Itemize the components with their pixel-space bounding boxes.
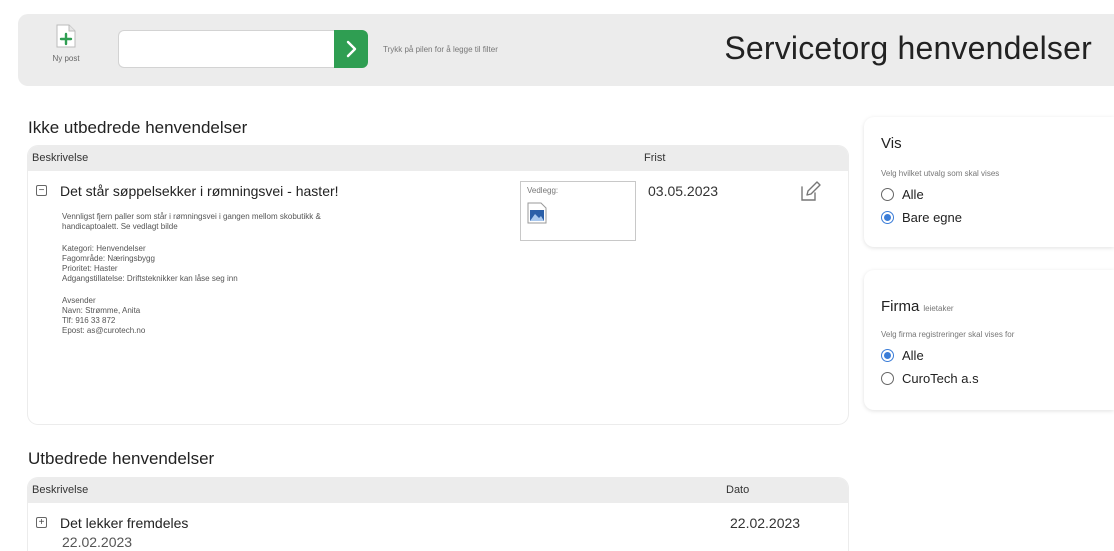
- attachment-box[interactable]: Vedlegg:: [520, 181, 636, 241]
- done-tickets-table: Beskrivelse Dato + Det lekker fremdeles …: [28, 478, 848, 551]
- plus-square-icon[interactable]: +: [36, 517, 47, 528]
- ticket-date: 22.02.2023: [730, 515, 801, 531]
- details-category: Kategori: Henvendelser: [62, 244, 146, 253]
- details-line: Vennligst fjern paller som står i rømnin…: [62, 212, 321, 221]
- open-section-title: Ikke utbedrede henvendelser: [28, 118, 248, 137]
- ticket-subdate: 22.02.2023: [62, 534, 133, 550]
- column-header-deadline: Frist: [644, 152, 666, 164]
- table-header: Beskrivelse Frist: [28, 146, 848, 171]
- new-post-button[interactable]: Ny post: [44, 24, 88, 78]
- column-header-description: Beskrivelse: [32, 484, 89, 496]
- radio-show-all[interactable]: Alle: [881, 187, 924, 202]
- details-access: Adgangstillatelse: Driftsteknikker kan l…: [62, 274, 238, 283]
- open-tickets-table: Beskrivelse Frist − Det står søppelsekke…: [28, 146, 848, 424]
- table-header: Beskrivelse Dato: [28, 478, 848, 503]
- new-document-icon: [56, 24, 76, 48]
- ticket-title[interactable]: Det lekker fremdeles: [60, 515, 188, 531]
- pencil-icon[interactable]: [798, 179, 822, 208]
- details-name: Navn: Strømme, Anita: [62, 306, 141, 315]
- attachment-label: Vedlegg:: [527, 186, 559, 195]
- details-phone: Tlf: 916 33 872: [62, 316, 116, 325]
- show-panel-subtitle: Velg hvilket utvalg som skal vises: [881, 169, 1000, 178]
- filter-apply-button[interactable]: [334, 30, 368, 68]
- new-post-label: Ny post: [52, 54, 80, 63]
- details-line: handicaptoalett. Se vedlagt bilde: [62, 222, 178, 231]
- radio-button[interactable]: [881, 372, 894, 385]
- radio-company-curotech[interactable]: CuroTech a.s: [881, 371, 979, 386]
- radio-company-all[interactable]: Alle: [881, 348, 924, 363]
- page-title: Servicetorg henvendelser: [724, 30, 1092, 66]
- radio-label: Alle: [902, 348, 924, 363]
- ticket-title[interactable]: Det står søppelsekker i rømningsvei - ha…: [60, 183, 339, 199]
- radio-button[interactable]: [881, 349, 894, 362]
- filter-hint: Trykk på pilen for å legge til filter: [383, 45, 498, 54]
- company-filter-panel: Firma leietaker Velg firma registreringer…: [864, 270, 1114, 410]
- details-sender-heading: Avsender: [62, 296, 96, 305]
- image-icon[interactable]: [527, 202, 547, 229]
- chevron-right-icon: [346, 40, 357, 58]
- ticket-deadline: 03.05.2023: [648, 183, 719, 199]
- company-panel-subtitle: Velg firma registreringer skal vises for: [881, 330, 1015, 339]
- company-panel-title-suffix: leietaker: [923, 304, 954, 313]
- radio-label: Alle: [902, 187, 924, 202]
- company-panel-title-text: Firma: [881, 298, 920, 315]
- radio-show-own[interactable]: Bare egne: [881, 210, 962, 225]
- show-panel-title: Vis: [881, 135, 902, 152]
- radio-button[interactable]: [881, 188, 894, 201]
- details-email: Epost: as@curotech.no: [62, 326, 146, 335]
- radio-label: Bare egne: [902, 210, 962, 225]
- column-header-description: Beskrivelse: [32, 152, 89, 164]
- company-panel-title: Firma leietaker: [881, 298, 954, 315]
- done-section-title: Utbedrede henvendelser: [28, 449, 215, 468]
- radio-label: CuroTech a.s: [902, 371, 979, 386]
- top-toolbar: Ny post Trykk på pilen for å legge til f…: [18, 14, 1114, 86]
- column-header-date: Dato: [726, 484, 750, 496]
- table-row: + Det lekker fremdeles 22.02.2023 22.02.…: [28, 503, 848, 551]
- filter-input[interactable]: [118, 30, 334, 68]
- minus-square-icon[interactable]: −: [36, 185, 47, 196]
- details-priority: Prioritet: Haster: [62, 264, 118, 273]
- table-row: − Det står søppelsekker i rømningsvei - …: [28, 171, 848, 424]
- details-area: Fagområde: Næringsbygg: [62, 254, 155, 263]
- ticket-details: Vennligst fjern paller som står i rømnin…: [62, 212, 321, 336]
- radio-button[interactable]: [881, 211, 894, 224]
- show-filter-panel: Vis Velg hvilket utvalg som skal vises A…: [864, 117, 1114, 247]
